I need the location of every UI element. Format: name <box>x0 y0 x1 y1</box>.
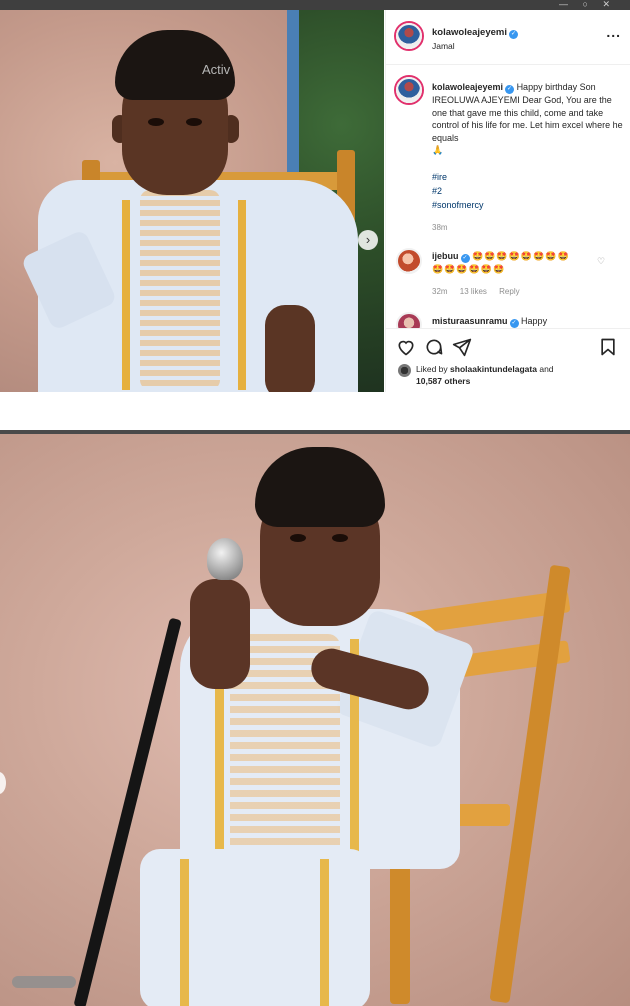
comment-emojis: 🤩🤩🤩🤩🤩🤩 <box>432 264 506 274</box>
comment-author[interactable]: misturaasunramu <box>432 316 508 326</box>
likes-summary[interactable]: Liked by sholaakintundelagata and 10,587… <box>416 363 616 387</box>
verified-badge-icon: ✓ <box>505 85 515 94</box>
praying-hands-emoji: 🙏 <box>432 145 444 155</box>
caption-author[interactable]: kolawoleajeyemi <box>432 82 503 92</box>
comment-like-icon[interactable]: ♡ <box>597 256 605 267</box>
next-photo-button[interactable]: › <box>358 230 378 250</box>
second-photo[interactable] <box>0 430 630 1006</box>
comment-emojis: 🤩🤩🤩🤩🤩🤩🤩🤩 <box>472 251 570 261</box>
browser-top-strip: — ○ ✕ <box>0 0 630 10</box>
post-side-panel: kolawoleajeyemi ✓ Jamal ... kolawoleajeye… <box>385 10 630 392</box>
bookmark-icon[interactable] <box>598 337 618 357</box>
microphone <box>207 538 243 580</box>
previous-photo-button[interactable] <box>0 772 6 794</box>
post-location[interactable]: Jamal <box>432 41 455 51</box>
ellipsis-icon: ... <box>606 24 621 40</box>
action-bar: Liked by sholaakintundelagata and 10,587… <box>386 328 630 392</box>
hashtag-link[interactable]: #2 <box>432 184 484 198</box>
verified-badge-icon: ✓ <box>508 30 518 39</box>
verified-badge-icon: ✓ <box>460 254 470 263</box>
window-controls: — ○ ✕ <box>559 0 616 9</box>
comment-meta: 32m 13 likes Reply <box>432 287 530 296</box>
liker-avatar <box>398 364 411 377</box>
verified-badge-icon: ✓ <box>509 319 519 328</box>
more-options-button[interactable]: ... <box>606 24 621 40</box>
author-username[interactable]: kolawoleajeyemi ✓ <box>432 27 518 39</box>
comment: misturaasunramu ✓ Happy <box>432 316 547 328</box>
caption-avatar[interactable] <box>396 77 422 103</box>
comment-likes[interactable]: 13 likes <box>460 287 487 296</box>
post-photo[interactable]: › <box>0 10 384 392</box>
heart-icon[interactable] <box>396 337 416 357</box>
instagram-post: — ○ ✕ › kolawoleajeyemi ✓ Jamal ... kola… <box>0 0 630 400</box>
comment-body: Happy <box>521 316 548 326</box>
commenter-avatar[interactable] <box>396 248 422 274</box>
comment-time: 32m <box>432 287 448 296</box>
post-header: kolawoleajeyemi ✓ Jamal ... <box>386 10 630 65</box>
scroll-indicator[interactable] <box>12 976 76 988</box>
comment: ijebuu ✓ 🤩🤩🤩🤩🤩🤩🤩🤩 🤩🤩🤩🤩🤩🤩 <box>432 250 592 276</box>
hashtag-link[interactable]: #ire <box>432 170 484 184</box>
comment-author[interactable]: ijebuu <box>432 251 459 261</box>
caption-timestamp: 38m <box>432 223 448 232</box>
caption-text: kolawoleajeyemi ✓ Happy birthday Son IREO… <box>432 81 624 157</box>
reply-button[interactable]: Reply <box>499 287 519 296</box>
page-gap <box>0 392 630 430</box>
send-icon[interactable] <box>452 337 472 357</box>
activation-watermark: Activ <box>202 62 231 77</box>
hashtag-link[interactable]: #sonofmercy <box>432 198 484 212</box>
hashtag-list: #ire #2 #sonofmercy <box>432 170 484 212</box>
child-figure <box>120 439 480 1006</box>
comment-icon[interactable] <box>424 337 444 357</box>
author-avatar[interactable] <box>396 23 422 49</box>
child-figure <box>20 30 360 392</box>
